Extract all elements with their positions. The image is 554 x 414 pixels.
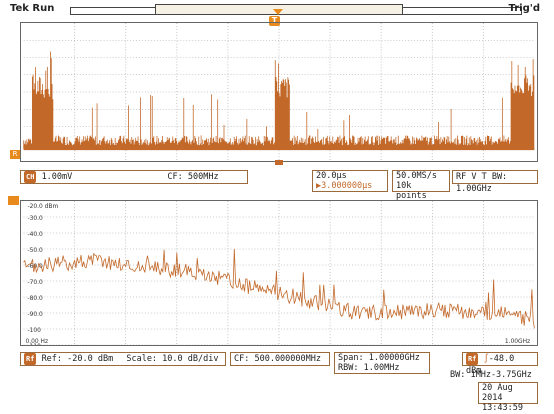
acquisition-settings[interactable]: 50.0MS/s 10k points <box>392 170 450 201</box>
time: 13:43:59 <box>482 403 523 413</box>
x-end-label: 1.00GHz <box>505 339 530 345</box>
vertical-scale-db: Scale: 10.0 dB/div <box>126 354 219 364</box>
trigger-point-marker <box>275 160 283 165</box>
y-tick-label: -90.0 <box>27 312 43 318</box>
run-status: Tek Run <box>10 3 55 14</box>
horizontal-position: 3.000000µs <box>321 181 373 191</box>
y-tick-label: -50.0 <box>27 248 43 254</box>
x-start-label: 0.00 Hz <box>26 339 49 345</box>
time-domain-waveform <box>23 51 535 151</box>
spectrum-ref-readout[interactable]: Rf Ref: -20.0 dBm Scale: 10.0 dB/div <box>20 352 226 366</box>
cf-label: CF: <box>167 172 183 182</box>
center-frequency[interactable]: CF: 500.000000MHz <box>230 352 330 366</box>
rf-badge: Rf <box>466 353 479 365</box>
vertical-scale: 1.00mV <box>41 172 73 182</box>
date: 20 Aug 2014 <box>482 383 513 403</box>
y-tick-label: -70.0 <box>27 280 43 286</box>
ref-level: Ref: -20.0 dBm <box>41 354 114 364</box>
cf-value: 500MHz <box>187 172 219 182</box>
sample-rate: 50.0MS/s <box>396 171 437 181</box>
y-tick-label: -30.0 <box>27 216 43 222</box>
bandwidth-label: BW: 1MHz-3.75GHz <box>450 370 532 380</box>
spectrum-graticule: -20.0 dBm-30.0-40.0-50.0-60.0-70.0-80.0-… <box>20 200 538 346</box>
span-value: 1.00000GHz <box>368 353 420 363</box>
record-length: 10k points <box>396 181 427 201</box>
span-rbw-readout[interactable]: Span: 1.00000GHz RBW: 1.00MHz <box>334 352 430 374</box>
ground-reference-marker[interactable]: R <box>10 150 20 159</box>
time-domain-graticule <box>20 22 538 162</box>
trigger-level-readout[interactable]: Rf ∫-48.0 dBm <box>462 352 538 376</box>
channel-badge: CH <box>24 171 37 183</box>
y-tick-label: -100 <box>27 328 41 334</box>
y-tick-label: -20.0 dBm <box>27 204 58 210</box>
rf-bandwidth-readout[interactable]: RF V T BW: 1.00GHz <box>452 170 538 194</box>
rbw-value: 1.00MHz <box>363 363 400 373</box>
time-per-div: 20.0µs <box>316 171 347 181</box>
trigger-status: Trig'd <box>508 3 540 14</box>
span-label: Span: <box>338 353 364 363</box>
y-tick-label: -40.0 <box>27 232 43 238</box>
spectrum-channel-icon[interactable] <box>8 196 19 205</box>
rbw-label: RBW: <box>338 363 359 373</box>
ref-badge: Rf <box>24 353 37 365</box>
y-tick-label: -80.0 <box>27 296 43 302</box>
datetime-readout: 20 Aug 2014 13:43:59 <box>478 382 538 413</box>
channel-settings-readout[interactable]: CH 1.00mV CF: 500MHz <box>20 170 248 184</box>
horizontal-settings[interactable]: 20.0µs ▶3.000000µs <box>312 170 388 192</box>
